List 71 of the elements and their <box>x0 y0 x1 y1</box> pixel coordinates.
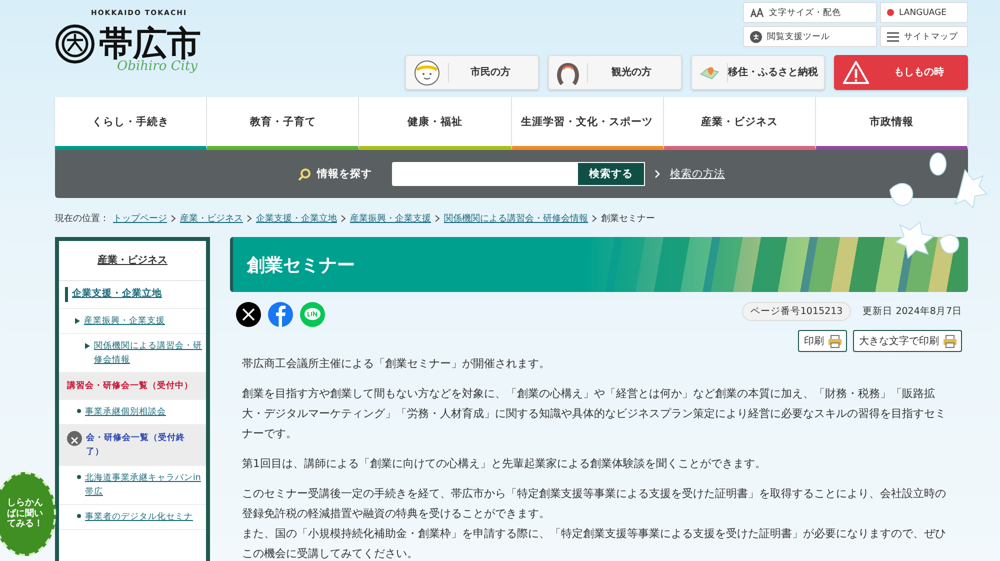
audience-button[interactable]: 観光の方 <box>548 55 682 90</box>
triangle-icon <box>75 318 80 324</box>
search-field[interactable] <box>392 162 577 186</box>
search-button[interactable]: 検索する <box>577 162 645 186</box>
smiling-face-icon <box>414 60 440 86</box>
triangle-icon <box>85 343 90 349</box>
print-button[interactable]: 大きな文字で印刷 <box>853 330 962 352</box>
text-size-icon <box>750 8 764 18</box>
breadcrumb-label: 現在の位置： <box>55 212 109 225</box>
search-icon <box>298 168 311 180</box>
menu-icon <box>887 32 899 42</box>
page-number-badge: ページ番号1015213 <box>742 302 851 321</box>
body-paragraph: 第1回目は、講師による「創業に向けての心構え」と先輩起業家による創業体験談を聞くことができます。 <box>242 456 767 472</box>
sidebar-link[interactable]: 北海道事業承継キャラバンin帯広 <box>85 471 202 499</box>
audience-button[interactable]: 移住・ふるさと納税 <box>691 55 825 90</box>
sidebar-group-item[interactable]: 講習会・研修会一覧（受付中） <box>59 373 206 400</box>
body-paragraph: 帯広商工会議所主催による「創業セミナー」が開催されます。 <box>242 356 551 372</box>
utility-link[interactable]: 文字サイズ・配色 <box>743 2 877 23</box>
dot-icon <box>887 9 894 16</box>
printer-icon <box>943 334 957 348</box>
search-label: 情報を探す <box>317 167 372 181</box>
bullet-icon <box>77 409 81 413</box>
close-button[interactable] <box>67 431 82 446</box>
breadcrumb-link[interactable]: 企業支援・企業立地 <box>256 212 337 225</box>
updated-date: 更新日 2024年8月7日 <box>862 305 962 318</box>
city-emblem-icon <box>55 24 95 64</box>
bullet-icon <box>77 475 81 479</box>
sidebar-group-label: 会・研修会一覧（受付終了） <box>86 432 186 459</box>
horseshoe-icon <box>557 60 579 84</box>
utility-link[interactable]: 閲覧支援ツール <box>743 26 877 47</box>
hiragana-circle-icon <box>750 30 762 42</box>
chevron-icon <box>247 215 252 222</box>
breadcrumb-link[interactable]: 産業振興・企業支援 <box>350 212 431 225</box>
breadcrumb-current: 創業セミナー <box>601 212 655 225</box>
printer-icon <box>828 334 842 348</box>
warning-icon <box>843 61 869 84</box>
chevron-icon <box>435 215 440 222</box>
utility-link[interactable]: サイトマップ <box>880 26 968 47</box>
sidebar-link[interactable]: 関係機関による講習会・研修会情報 <box>94 339 206 367</box>
breadcrumb-link[interactable]: 産業・ビジネス <box>180 212 243 225</box>
audience-button[interactable]: もしもの時 <box>834 55 968 90</box>
x-share-icon[interactable] <box>236 302 261 327</box>
chevron-icon <box>592 215 597 222</box>
chevron-icon <box>655 170 660 178</box>
utility-link[interactable]: LANGUAGE <box>880 2 968 23</box>
sidebar-link[interactable]: 産業振興・企業支援 <box>84 314 165 328</box>
breadcrumb-link[interactable]: トップページ <box>113 212 167 225</box>
print-button[interactable]: 印刷 <box>798 330 847 352</box>
body-paragraph: このセミナー受講後一定の手続きを経て、帯広市から「特定創業支援等事業による支援を受けた証明書」を取得することにより、会社設立時の登録免許税の軽減措置や融資の特典を受けることができます。 <box>242 486 947 522</box>
body-paragraph: また、国の「小規模持続化補助金・創業枠」を申請する際に、「特定創業支援等事業による支援を受けた証明書」が必要になりますので、ぜひこの機会に受講してみてください。 <box>242 526 947 561</box>
chevron-icon <box>171 215 176 222</box>
bullet-icon <box>77 514 81 518</box>
sidebar-link[interactable]: 企業支援・企業立地 <box>72 287 162 301</box>
audience-button[interactable]: 市民の方 <box>405 55 539 90</box>
line-share-icon[interactable] <box>300 302 325 327</box>
body-paragraph: 創業を目指す方や創業して間もない方などを対象に、「創業の心構え」や「経営とは何か」など創業の本質に加え、「財務・税務」「販路拡大・デジタルマーケティング」「労務・人材育成」に関する知識や具体的なビジネスプラン策定により経営に必要なスキルの習得を目指すセミナーです。 <box>242 386 947 442</box>
sidebar-link[interactable]: 事業承継個別相談会 <box>85 405 166 419</box>
sidebar-heading[interactable]: 産業・ビジネス <box>59 241 206 281</box>
search-help-link[interactable]: 検索の方法 <box>670 167 725 181</box>
city-logo-name[interactable]: 帯広市 <box>99 27 201 61</box>
section-marker <box>65 287 68 302</box>
close-icon <box>71 437 78 444</box>
sidebar-group-label: 講習会・研修会一覧（受付中） <box>67 380 193 393</box>
chat-assistant-badge[interactable]: しらかんばに聞いてみる！ <box>0 472 56 556</box>
facebook-share-icon[interactable] <box>268 302 293 327</box>
page-title: 創業セミナー <box>247 254 355 276</box>
logo-script-text: Obihiro City <box>117 60 198 73</box>
sidebar-link[interactable]: 事業者のデジタル化セミナ <box>85 510 193 524</box>
chevron-icon <box>341 215 346 222</box>
sidebar-group-item[interactable]: 会・研修会一覧（受付終了） <box>59 425 206 466</box>
breadcrumb-link[interactable]: 関係機関による講習会・研修会情報 <box>444 212 588 225</box>
